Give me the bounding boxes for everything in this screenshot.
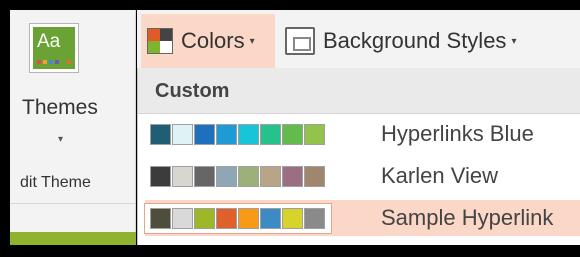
themes-button[interactable]: Aa Themes ▾ [10,10,136,172]
color-swatch-group [145,161,331,191]
color-scheme-item[interactable]: Sample Hyperlink [144,200,580,236]
background-styles-button[interactable]: Background Styles ▾ [285,14,516,68]
color-swatch [172,165,193,187]
color-swatch [304,123,325,145]
palette-cell [160,29,172,41]
window-frame: Aa Themes ▾ dit Theme Colors ▾ Backgroun… [0,0,580,257]
color-swatch [172,207,193,229]
themes-dropdown-arrow-icon[interactable]: ▾ [58,134,63,145]
color-scheme-item[interactable]: Hyperlinks Blue [145,116,580,152]
colors-label: Colors [181,28,245,53]
color-swatch [304,207,325,229]
color-swatch [238,123,259,145]
background-styles-label: Background Styles [323,28,507,53]
color-swatch-group [145,119,331,149]
themes-thumbnail-text: Aa [37,31,61,52]
themes-label: Themes [22,96,98,119]
color-swatch [150,165,171,187]
color-swatch [216,123,237,145]
color-scheme-name: Sample Hyperlink [381,205,554,230]
color-palette-icon [147,28,173,54]
color-swatch [194,165,215,187]
color-swatch [282,207,303,229]
thumbnail-color-bar [49,60,53,64]
color-swatch-group [144,202,332,234]
colors-button[interactable]: Colors ▾ [141,14,275,68]
color-scheme-name: Karlen View [381,163,498,188]
color-swatch [260,207,281,229]
themes-group: Aa Themes ▾ dit Theme [10,10,136,245]
color-swatch [260,123,281,145]
color-swatch [282,165,303,187]
thumbnail-color-bar [37,60,41,64]
background-styles-icon [285,27,315,55]
color-swatch [150,123,171,145]
slide-area-strip [10,232,136,245]
ribbon-variants-area: Colors ▾ Background Styles ▾ [137,10,580,68]
themes-thumbnail-icon: Aa [29,23,79,73]
color-scheme-item[interactable]: Karlen View [145,158,580,194]
color-swatch [216,207,237,229]
thumbnail-color-bar [67,60,71,64]
palette-cell [148,29,160,41]
group-divider [10,203,136,204]
color-swatch [282,123,303,145]
palette-cell [148,41,160,53]
color-swatch [194,123,215,145]
edit-theme-group-label: dit Theme [20,174,91,191]
color-swatch [260,165,281,187]
color-swatch [150,207,171,229]
custom-section-label: Custom [155,80,230,102]
color-swatch [238,165,259,187]
color-swatch [194,207,215,229]
thumbnail-color-bar [61,60,65,64]
color-swatch [238,207,259,229]
thumbnail-color-bar [55,60,59,64]
color-swatch [216,165,237,187]
color-swatch [304,165,325,187]
thumbnail-color-bar [43,60,47,64]
palette-cell [160,41,172,53]
colors-dropdown-arrow-icon: ▾ [249,35,255,47]
themes-thumbnail-color-bars [37,60,71,64]
color-scheme-name: Hyperlinks Blue [381,121,534,146]
color-swatch [172,123,193,145]
background-styles-dropdown-arrow-icon: ▾ [511,35,517,47]
colors-dropdown-menu: Custom Hyperlinks Blue Karlen View Sample … [137,68,580,245]
custom-section-header: Custom [138,68,580,114]
